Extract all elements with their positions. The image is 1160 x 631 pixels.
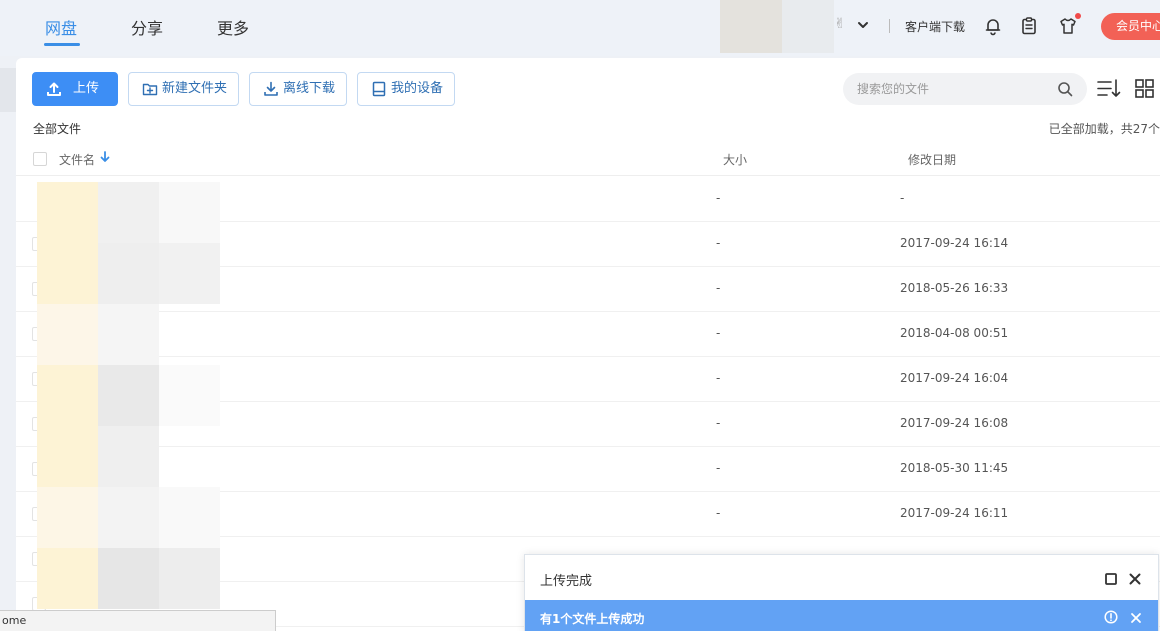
offline-download-label: 离线下载 xyxy=(283,81,336,96)
table-row[interactable]: - 2018-05-30 11:45 xyxy=(16,447,1160,492)
blurred-region xyxy=(720,0,782,53)
row-checkbox[interactable] xyxy=(32,372,46,386)
close-icon[interactable] xyxy=(1130,612,1142,624)
file-date: 2018-05-30 11:45 xyxy=(900,461,1009,475)
tab-more[interactable]: 更多 xyxy=(217,15,249,39)
clipboard-icon[interactable] xyxy=(1019,16,1039,36)
notification-dot xyxy=(1075,13,1081,19)
sort-down-icon[interactable] xyxy=(100,151,110,163)
file-date: - xyxy=(900,191,905,205)
search-input[interactable] xyxy=(857,80,1047,98)
header-divider xyxy=(889,19,890,33)
upload-icon xyxy=(47,82,61,96)
upload-label: 上传 xyxy=(73,81,100,96)
load-status: 已全部加载，共27个 xyxy=(1048,122,1160,136)
avatar-icon: ✌ xyxy=(834,16,846,32)
row-checkbox[interactable] xyxy=(32,597,46,611)
file-size: - xyxy=(716,506,721,520)
row-checkbox[interactable] xyxy=(32,507,46,521)
row-checkbox[interactable] xyxy=(32,417,46,431)
column-modified[interactable]: 修改日期 xyxy=(908,151,956,168)
column-name[interactable]: 文件名 xyxy=(59,151,95,168)
file-date: 2017-09-24 16:14 xyxy=(900,236,1009,250)
active-tab-indicator xyxy=(44,43,80,46)
offline-download-button[interactable]: 离线下载 xyxy=(249,72,347,106)
file-date: 2017-09-24 16:04 xyxy=(900,371,1009,385)
breadcrumb[interactable]: 全部文件 xyxy=(33,120,81,137)
bell-icon[interactable] xyxy=(983,16,1003,36)
row-checkbox[interactable] xyxy=(32,462,46,476)
file-size: - xyxy=(716,461,721,475)
file-size: - xyxy=(716,236,721,250)
browser-status-bar: ome xyxy=(0,610,276,631)
vip-center-button[interactable]: 会员中心 xyxy=(1101,13,1160,40)
table-row[interactable]: - 2018-04-08 00:51 xyxy=(16,312,1160,357)
upload-complete-popup: 上传完成 有1个文件上传成功 xyxy=(524,554,1159,631)
table-row[interactable]: - - xyxy=(16,177,1160,222)
user-menu[interactable]: ✌ xyxy=(834,14,874,36)
table-row[interactable]: - 2017-09-24 16:11 xyxy=(16,492,1160,537)
top-header: 网盘 分享 更多 ✌ 客户端下载 会员中心 xyxy=(0,0,1160,56)
upload-button[interactable]: 上传 xyxy=(32,72,118,106)
blurred-region xyxy=(782,0,834,53)
file-size: - xyxy=(716,281,721,295)
upload-success-bar: 有1个文件上传成功 xyxy=(525,600,1158,631)
file-panel: 上传 新建文件夹 离线下载 我的设备 搜索您的文件 全部文件 已全部加载，共27… xyxy=(16,58,1160,631)
row-checkbox[interactable] xyxy=(32,237,46,251)
table-header: 文件名 大小 修改日期 xyxy=(16,146,1160,176)
close-icon[interactable] xyxy=(1128,572,1142,586)
tab-share[interactable]: 分享 xyxy=(131,15,163,39)
file-size: - xyxy=(716,416,721,430)
left-edge-panel xyxy=(0,68,16,112)
table-row[interactable]: - 2017-09-24 16:08 xyxy=(16,402,1160,447)
chevron-down-icon xyxy=(858,22,868,28)
file-size: - xyxy=(716,326,721,340)
new-folder-icon xyxy=(142,83,158,96)
column-size[interactable]: 大小 xyxy=(723,151,747,168)
new-folder-label: 新建文件夹 xyxy=(162,81,228,96)
table-row[interactable]: - 2017-09-24 16:14 xyxy=(16,222,1160,267)
row-checkbox[interactable] xyxy=(32,282,46,296)
search-box xyxy=(843,73,1087,105)
grid-view-icon[interactable] xyxy=(1133,78,1157,100)
file-date: 2018-05-26 16:33 xyxy=(900,281,1009,295)
file-date: 2017-09-24 16:11 xyxy=(900,506,1009,520)
row-checkbox[interactable] xyxy=(32,327,46,341)
table-row[interactable]: - 2018-05-26 16:33 xyxy=(16,267,1160,312)
info-icon[interactable] xyxy=(1104,610,1118,624)
new-folder-button[interactable]: 新建文件夹 xyxy=(128,72,239,106)
row-checkbox[interactable] xyxy=(32,552,46,566)
search-icon[interactable] xyxy=(1057,81,1073,97)
select-all-checkbox[interactable] xyxy=(33,152,47,166)
file-date: 2018-04-08 00:51 xyxy=(900,326,1009,340)
table-row[interactable]: - 2017-09-24 16:04 xyxy=(16,357,1160,402)
maximize-icon[interactable] xyxy=(1104,572,1118,586)
file-size: - xyxy=(716,191,721,205)
sort-order-icon[interactable] xyxy=(1097,78,1121,100)
my-device-button[interactable]: 我的设备 xyxy=(357,72,455,106)
popup-title: 上传完成 xyxy=(540,574,593,589)
file-size: - xyxy=(716,371,721,385)
my-device-label: 我的设备 xyxy=(391,81,444,96)
upload-success-message: 有1个文件上传成功 xyxy=(540,612,645,626)
download-icon xyxy=(264,81,278,96)
device-icon xyxy=(372,81,386,97)
file-date: 2017-09-24 16:08 xyxy=(900,416,1009,430)
tab-netdisk[interactable]: 网盘 xyxy=(45,15,77,39)
client-download-link[interactable]: 客户端下载 xyxy=(905,18,965,35)
tshirt-icon[interactable] xyxy=(1058,16,1078,36)
